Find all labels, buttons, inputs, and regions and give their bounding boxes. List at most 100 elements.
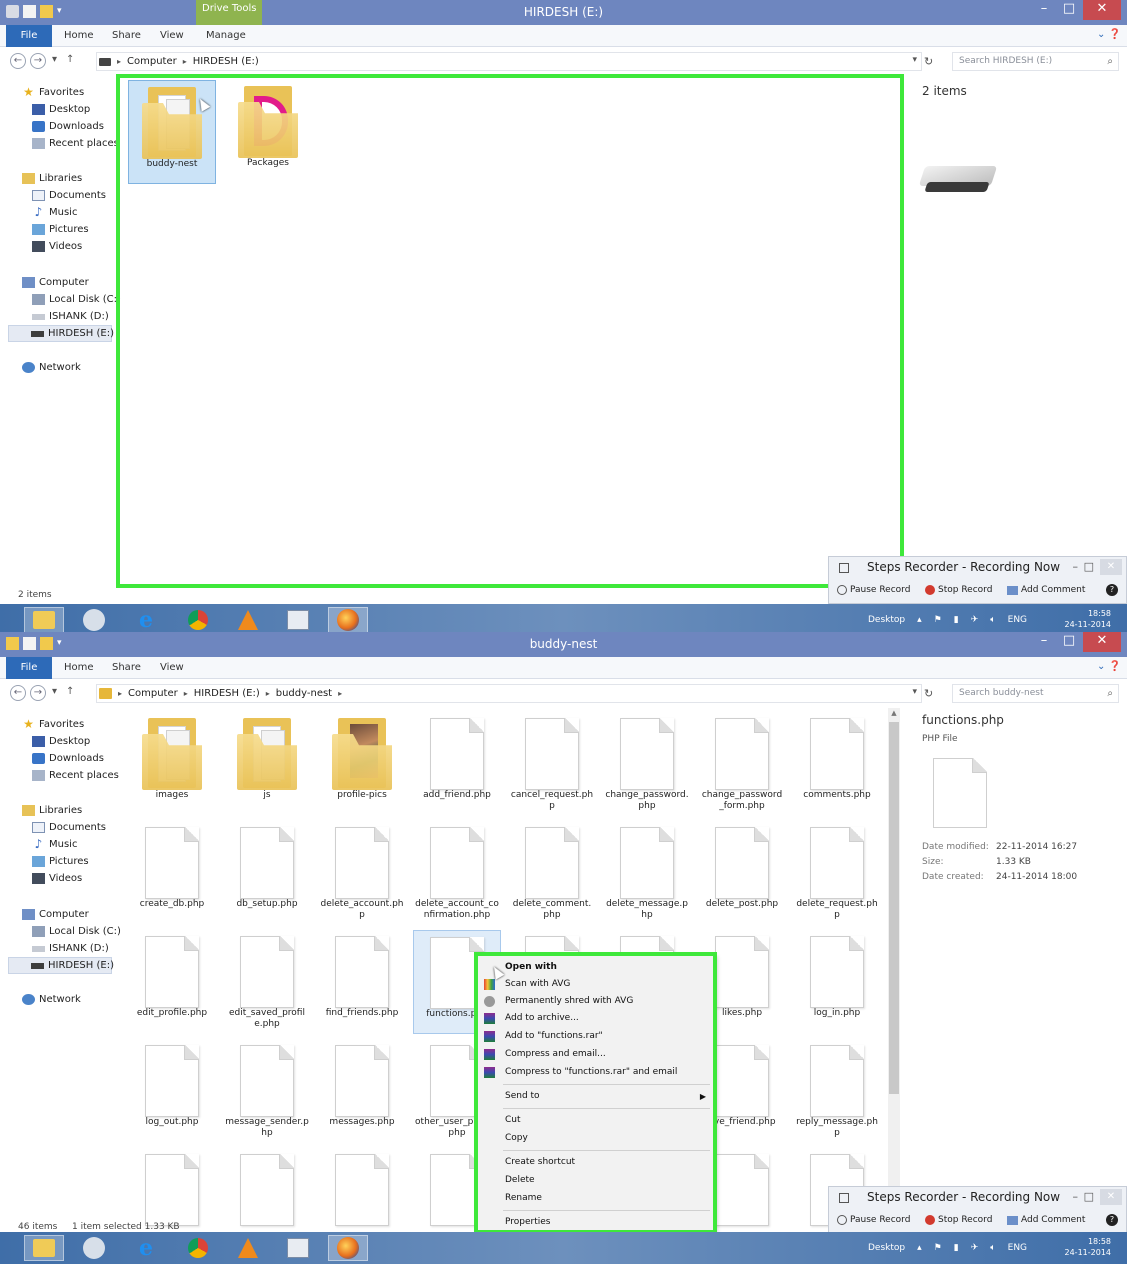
battery-icon[interactable]: ▮ [954,615,959,625]
tab-file[interactable]: File [6,657,52,679]
clock[interactable]: 18:58 24-11-2014 [1065,608,1112,630]
address-box[interactable]: ▸ Computer ▸ HIRDESH (E:) ▾ [96,52,922,71]
tray-chevron-icon[interactable]: ▴ [917,1243,922,1253]
folder-item[interactable]: images [128,712,216,816]
desktop-toolbar[interactable]: Desktop [868,1243,905,1253]
taskbar-explorer-button[interactable] [24,1235,64,1261]
ctx-delete[interactable]: Delete [477,1172,714,1189]
file-item[interactable]: log_in.php [793,930,881,1034]
file-item[interactable]: find_friends.php [318,930,406,1034]
folder-item[interactable]: js [223,712,311,816]
steps-maximize-button[interactable]: □ [1084,1190,1094,1203]
file-item[interactable]: message_sender.php [223,1039,311,1143]
search-input[interactable]: Search buddy-nest [952,684,1119,703]
tray-chevron-icon[interactable]: ▴ [917,615,922,625]
language-indicator[interactable]: ENG [1008,615,1027,625]
taskbar-chrome-button[interactable] [178,607,218,633]
address-box[interactable]: ▸ Computer ▸ HIRDESH (E:) ▸ buddy-nest ▸… [96,684,922,703]
add-comment-button[interactable]: Add Comment [1007,585,1085,595]
taskbar-chrome-button[interactable] [178,1235,218,1261]
file-item[interactable]: delete_post.php [698,821,786,925]
address-dropdown-icon[interactable]: ▾ [912,687,917,697]
stop-record-button[interactable]: Stop Record [925,585,992,595]
file-item[interactable]: db_setup.php [223,821,311,925]
ribbon-toggle-and-help[interactable]: ⌄ ❓ [1097,29,1121,40]
tab-home[interactable]: Home [64,657,94,679]
taskbar-ie-button[interactable]: e [126,607,166,633]
breadcrumb-hirdesh[interactable]: HIRDESH (E:) [194,688,260,699]
file-item[interactable]: delete_message.php [603,821,691,925]
scroll-up-arrow[interactable]: ▲ [889,709,899,717]
steps-close-button[interactable]: ✕ [1100,1189,1122,1205]
steps-minimize-button[interactable]: – [1073,560,1079,573]
desktop-toolbar[interactable]: Desktop [868,615,905,625]
tab-file[interactable]: File [6,25,52,47]
back-button[interactable]: ← [10,53,26,69]
minimize-button[interactable]: – [1031,632,1057,652]
close-button[interactable]: ✕ [1083,632,1121,652]
pause-record-button[interactable]: Pause Record [837,1215,910,1225]
nav-hirdesh[interactable]: HIRDESH (E:) [8,325,114,342]
taskbar-snipping-button[interactable] [74,607,114,633]
help-icon[interactable]: ? [1106,1214,1118,1226]
ctx-shred-avg[interactable]: Permanently shred with AVG [477,993,714,1010]
ctx-properties[interactable]: Properties [477,1214,714,1231]
tab-view[interactable]: View [160,25,184,47]
ctx-rename[interactable]: Rename [477,1190,714,1207]
close-button[interactable]: ✕ [1083,0,1121,20]
breadcrumb-hirdesh[interactable]: HIRDESH (E:) [193,56,259,67]
taskbar-firefox-button[interactable] [328,1235,368,1261]
stop-record-button[interactable]: Stop Record [925,1215,992,1225]
ctx-compress-email[interactable]: Compress and email... [477,1046,714,1063]
pause-record-button[interactable]: Pause Record [837,585,910,595]
file-item[interactable]: log_out.php [128,1039,216,1143]
refresh-icon[interactable]: ↻ [924,687,933,700]
breadcrumb-computer[interactable]: Computer [127,56,177,67]
file-item[interactable]: delete_account.php [318,821,406,925]
tab-share[interactable]: Share [112,657,141,679]
tab-manage[interactable]: Manage [206,25,246,47]
up-button[interactable]: ↑ [66,54,74,65]
scrollbar-thumb[interactable] [889,722,899,1094]
taskbar-firefox-button[interactable] [328,607,368,633]
breadcrumb-buddy-nest[interactable]: buddy-nest [276,688,332,699]
ctx-create-shortcut[interactable]: Create shortcut [477,1154,714,1171]
ctx-add-archive[interactable]: Add to archive... [477,1010,714,1027]
maximize-button[interactable]: □ [1056,632,1082,652]
flag-icon[interactable]: ⚑ [934,615,942,625]
minimize-button[interactable]: – [1031,0,1057,20]
tab-view[interactable]: View [160,657,184,679]
back-button[interactable]: ← [10,685,26,701]
ribbon-toggle-and-help[interactable]: ⌄ ❓ [1097,661,1121,672]
file-item[interactable]: edit_profile.php [128,930,216,1034]
tab-share[interactable]: Share [112,25,141,47]
steps-close-button[interactable]: ✕ [1100,559,1122,575]
tab-home[interactable]: Home [64,25,94,47]
folder-item[interactable]: buddy-nest [128,80,216,184]
ctx-cut[interactable]: Cut [477,1112,714,1129]
taskbar-snipping-button[interactable] [74,1235,114,1261]
add-comment-button[interactable]: Add Comment [1007,1215,1085,1225]
flag-icon[interactable]: ⚑ [934,1243,942,1253]
volume-icon[interactable]: 🔈︎ [990,615,995,625]
address-dropdown-icon[interactable]: ▾ [912,55,917,65]
search-input[interactable]: Search HIRDESH (E:) [952,52,1119,71]
volume-icon[interactable]: 🔈︎ [990,1243,995,1253]
file-item[interactable]: edit_saved_profile.php [223,930,311,1034]
ctx-send-to[interactable]: Send to ▶ [477,1088,714,1105]
folder-item[interactable]: profile-pics [318,712,406,816]
file-item[interactable]: delete_request.php [793,821,881,925]
ctx-copy[interactable]: Copy [477,1130,714,1147]
file-item[interactable]: delete_account_confirmation.php [413,821,501,925]
taskbar-vlc-button[interactable] [228,1235,268,1261]
file-item[interactable]: change_password_form.php [698,712,786,816]
forward-button[interactable]: → [30,685,46,701]
ctx-open-with[interactable]: Open with [477,959,714,976]
file-item[interactable]: delete_comment.php [508,821,596,925]
ctx-add-rar[interactable]: Add to "functions.rar" [477,1028,714,1045]
battery-icon[interactable]: ▮ [954,1243,959,1253]
clock[interactable]: 18:58 24-11-2014 [1065,1236,1112,1258]
steps-maximize-button[interactable]: □ [1084,560,1094,573]
refresh-icon[interactable]: ↻ [924,55,933,68]
file-item[interactable]: reply_message.php [793,1039,881,1143]
